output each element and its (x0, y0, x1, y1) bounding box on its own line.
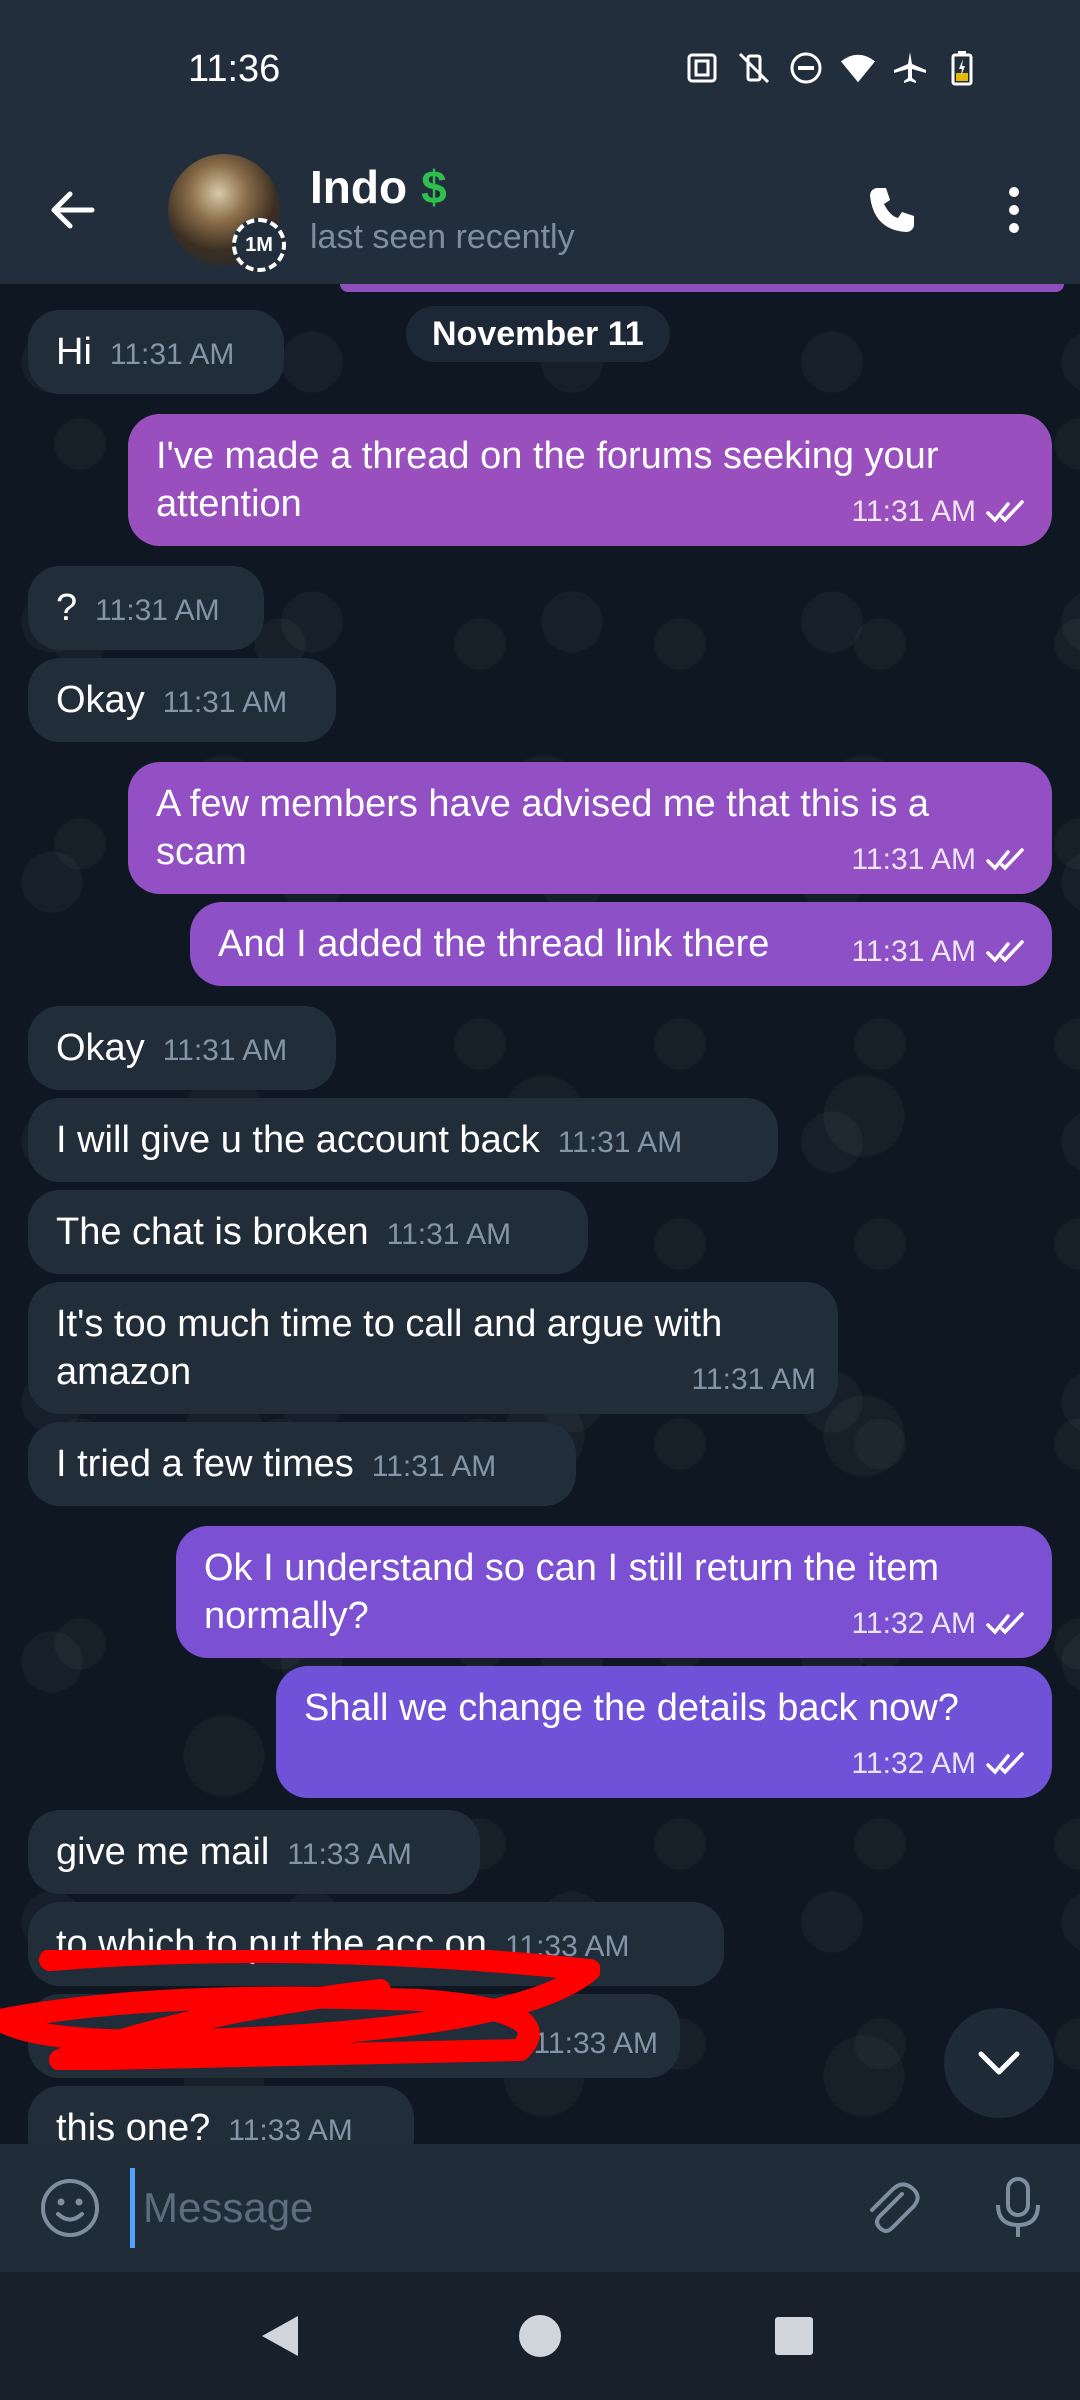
message-text: Ok I understand so can I still return th… (204, 1547, 940, 1637)
message-text: I will give u the account back (56, 1119, 540, 1161)
message-text: Okay (56, 679, 145, 721)
message-bubble[interactable]: It's too much time to call and argue wit… (28, 1282, 838, 1414)
nav-home-button[interactable] (510, 2306, 570, 2366)
battery-charging-icon (944, 50, 980, 86)
message-text: And I added the thread link there (218, 923, 770, 965)
avatar[interactable]: 1M (168, 154, 286, 272)
message-bubble[interactable]: Ok I understand so can I still return th… (176, 1526, 1052, 1658)
message-time: 11:32 AM (851, 1747, 976, 1780)
message-bubble[interactable]: I will give u the account back 11:31 AM (28, 1098, 778, 1182)
dollar-icon: $ (421, 161, 447, 213)
arrow-left-icon (51, 191, 95, 229)
message-input[interactable] (130, 2168, 830, 2248)
message-bubble[interactable]: And I added the thread link there 11:31 … (190, 902, 1052, 986)
circle-home-icon (519, 2315, 561, 2357)
message-bubble[interactable]: Okay 11:31 AM (28, 658, 336, 742)
back-button[interactable] (40, 178, 104, 242)
microphone-icon (996, 2177, 1040, 2237)
message-composer (0, 2144, 1080, 2272)
message-time: 11:31 AM (851, 935, 976, 968)
avatar-story-badge: 1M (232, 218, 286, 272)
status-icons (684, 50, 980, 86)
chevron-down-icon (978, 2051, 1020, 2075)
voice-message-button[interactable] (984, 2174, 1052, 2242)
chat-name: Indo (310, 161, 408, 213)
double-check-icon (986, 1752, 1024, 1775)
message-text: I tried a few times (56, 1443, 354, 1485)
message-text: give me mail (56, 1831, 270, 1873)
double-check-icon (986, 940, 1024, 963)
chat-last-seen: last seen recently (310, 218, 575, 256)
message-bubble[interactable]: The chat is broken 11:31 AM (28, 1190, 588, 1274)
message-bubble[interactable]: Okay 11:31 AM (28, 1006, 336, 1090)
attach-button[interactable] (858, 2174, 926, 2242)
emoji-button[interactable] (36, 2174, 104, 2242)
status-bar: 11:36 (0, 0, 1080, 138)
chat-title[interactable]: Indo $ (310, 160, 447, 214)
message-time: 11:31 AM (371, 1450, 497, 1483)
call-button[interactable] (860, 178, 924, 242)
message-time: 11:31 AM (162, 1034, 288, 1067)
message-bubble[interactable]: I tried a few times 11:31 AM (28, 1422, 576, 1506)
message-time: 11:31 AM (851, 843, 976, 876)
message-time: 11:31 AM (851, 495, 976, 528)
message-time: 11:31 AM (691, 1363, 816, 1396)
paperclip-icon (870, 2182, 920, 2233)
message-bubble[interactable]: give me mail 11:33 AM (28, 1810, 480, 1894)
message-text: A few members have advised me that this … (156, 783, 930, 873)
smiley-icon (41, 2179, 99, 2237)
date-separator: November 11 (406, 306, 670, 362)
message-bubble[interactable]: Hi 11:31 AM (28, 310, 284, 394)
chat-header: 1M Indo $ last seen recently (0, 138, 1080, 284)
message-bubble[interactable]: Shall we change the details back now? 11… (276, 1666, 1052, 1798)
message-text: Okay (56, 1027, 145, 1069)
message-time: 11:31 AM (386, 1218, 512, 1251)
more-vertical-icon (1009, 187, 1019, 233)
message-text: this one? (56, 2107, 211, 2144)
redaction-scribble (0, 1950, 600, 2070)
airplane-icon (892, 50, 928, 86)
message-text: Shall we change the details back now? (304, 1687, 959, 1729)
double-check-icon (986, 500, 1024, 523)
vibrate-off-icon (736, 50, 772, 86)
message-bubble[interactable]: this one? 11:33 AM (28, 2086, 414, 2144)
message-time: 11:32 AM (851, 1607, 976, 1640)
message-time: 11:33 AM (287, 1838, 412, 1871)
square-recents-icon (775, 2317, 813, 2355)
message-time: 11:31 AM (109, 338, 235, 371)
message-text: The chat is broken (56, 1211, 369, 1253)
more-options-button[interactable] (990, 178, 1038, 242)
previous-message-edge (340, 284, 1064, 292)
system-navigation-bar (0, 2272, 1080, 2400)
phone-icon (870, 188, 914, 232)
nfc-icon (684, 50, 720, 86)
nav-back-button[interactable] (250, 2306, 310, 2366)
message-text: ? (56, 587, 78, 629)
message-bubble[interactable]: ? 11:31 AM (28, 566, 264, 650)
message-text: It's too much time to call and argue wit… (56, 1303, 723, 1393)
wifi-icon (840, 50, 876, 86)
nav-recents-button[interactable] (764, 2306, 824, 2366)
double-check-icon (986, 1612, 1024, 1635)
message-list[interactable]: Hi 11:31 AM November 11 I've made a threa… (0, 284, 1080, 2144)
message-text: Hi (56, 331, 92, 373)
message-time: 11:31 AM (557, 1126, 683, 1159)
message-time: 11:31 AM (95, 594, 220, 627)
scroll-to-bottom-button[interactable] (944, 2008, 1054, 2118)
triangle-back-icon (262, 2316, 298, 2356)
double-check-icon (986, 848, 1024, 871)
dnd-icon (788, 50, 824, 86)
message-time: 11:31 AM (162, 686, 288, 719)
message-text: I've made a thread on the forums seeking… (156, 435, 939, 525)
status-time: 11:36 (188, 48, 281, 90)
message-bubble[interactable]: A few members have advised me that this … (128, 762, 1052, 894)
message-time: 11:33 AM (228, 2114, 353, 2144)
message-bubble[interactable]: I've made a thread on the forums seeking… (128, 414, 1052, 546)
